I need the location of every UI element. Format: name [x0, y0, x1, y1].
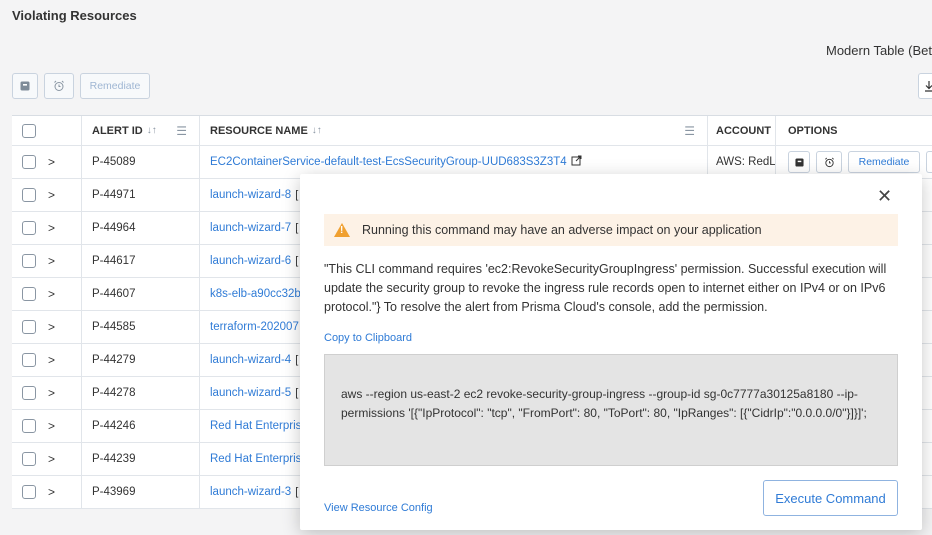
download-button[interactable]	[918, 73, 932, 99]
resource-name-header[interactable]: RESOURCE NAME ↓↑ ☰	[200, 116, 708, 145]
view-resource-config-link[interactable]: View Resource Config	[324, 502, 433, 514]
row-checkbox[interactable]	[22, 320, 36, 334]
row-checkbox[interactable]	[22, 419, 36, 433]
account-header[interactable]: ACCOUNT	[708, 116, 776, 145]
row-checkbox[interactable]	[22, 485, 36, 499]
select-all-checkbox[interactable]	[22, 123, 36, 138]
resource-name-link[interactable]: k8s-elb-a90cc32b	[210, 288, 301, 300]
expand-chevron-icon[interactable]: >	[48, 155, 55, 169]
expand-chevron-icon[interactable]: >	[48, 452, 55, 466]
row-snooze-button[interactable]	[816, 151, 842, 173]
sort-icon[interactable]: ↓↑	[312, 125, 322, 136]
page-title: Violating Resources	[12, 8, 137, 23]
table-header-row: ALERT ID ↓↑ ☰ RESOURCE NAME ↓↑ ☰ ACCOUNT O…	[12, 116, 932, 146]
alert-id: P-44279	[92, 354, 136, 366]
row-remediate-button[interactable]: Remediate	[848, 151, 920, 173]
alert-id-header[interactable]: ALERT ID ↓↑ ☰	[82, 116, 200, 145]
resource-name-link[interactable]: launch-wizard-8	[210, 189, 291, 201]
violating-resources-table: ALERT ID ↓↑ ☰ RESOURCE NAME ↓↑ ☰ ACCOUNT O…	[12, 115, 932, 509]
warning-banner: Running this command may have an adverse…	[324, 214, 898, 246]
external-link-icon[interactable]	[571, 155, 582, 169]
alert-id: P-44964	[92, 222, 136, 234]
expand-chevron-icon[interactable]: >	[48, 287, 55, 301]
resource-name-link[interactable]: terraform-202007	[210, 321, 299, 333]
row-checkbox[interactable]	[22, 353, 36, 367]
expand-chevron-icon[interactable]: >	[48, 386, 55, 400]
row-checkbox[interactable]	[22, 386, 36, 400]
archive-button[interactable]	[12, 73, 38, 99]
resource-name-link[interactable]: EC2ContainerService-default-test-EcsSecu…	[210, 156, 567, 168]
row-checkbox[interactable]	[22, 452, 36, 466]
cli-command-text: aws --region us-east-2 ec2 revoke-securi…	[341, 387, 867, 420]
resource-name-link[interactable]: Red Hat Enterpris	[210, 453, 301, 465]
external-link-icon[interactable]: [	[295, 387, 298, 399]
row-checkbox[interactable]	[22, 155, 36, 169]
resource-name-link[interactable]: launch-wizard-3	[210, 486, 291, 498]
column-menu-icon[interactable]: ☰	[684, 124, 695, 138]
alert-id: P-45089	[92, 156, 136, 168]
expand-chevron-icon[interactable]: >	[48, 188, 55, 202]
sort-icon[interactable]: ↓↑	[147, 125, 157, 136]
archive-icon	[794, 157, 804, 167]
external-link-icon[interactable]: [	[295, 189, 298, 201]
permission-description: "This CLI command requires 'ec2:RevokeSe…	[324, 262, 887, 314]
alert-id: P-44585	[92, 321, 136, 333]
resource-name-link[interactable]: launch-wizard-4	[210, 354, 291, 366]
row-checkbox[interactable]	[22, 221, 36, 235]
alert-id: P-44617	[92, 255, 136, 267]
row-checkbox[interactable]	[22, 188, 36, 202]
external-link-icon[interactable]: [	[295, 222, 298, 234]
external-link-icon[interactable]: [	[295, 255, 298, 267]
resource-name-link[interactable]: launch-wizard-6	[210, 255, 291, 267]
column-menu-icon[interactable]: ☰	[176, 124, 187, 138]
row-checkbox[interactable]	[22, 254, 36, 268]
resource-name-link[interactable]: launch-wizard-5	[210, 387, 291, 399]
expand-chevron-icon[interactable]: >	[48, 419, 55, 433]
execute-command-button[interactable]: Execute Command	[763, 480, 898, 516]
copy-to-clipboard-link[interactable]: Copy to Clipboard	[324, 332, 412, 344]
alert-id: P-44246	[92, 420, 136, 432]
warning-text: Running this command may have an adverse…	[362, 223, 762, 237]
expand-chevron-icon[interactable]: >	[48, 485, 55, 499]
row-archive-button[interactable]	[788, 151, 810, 173]
alert-id: P-44607	[92, 288, 136, 300]
row-checkbox[interactable]	[22, 287, 36, 301]
remediation-modal: ✕ Running this command may have an adver…	[300, 174, 922, 530]
alert-id: P-43969	[92, 486, 136, 498]
alarm-clock-icon	[824, 157, 834, 167]
remediate-button[interactable]: Remediate	[80, 73, 150, 99]
close-icon[interactable]: ✕	[877, 186, 892, 207]
expand-chevron-icon[interactable]: >	[48, 320, 55, 334]
external-link-icon[interactable]: [	[295, 486, 298, 498]
resource-name-link[interactable]: Red Hat Enterpris	[210, 420, 301, 432]
expand-chevron-icon[interactable]: >	[48, 353, 55, 367]
expand-chevron-icon[interactable]: >	[48, 221, 55, 235]
alert-id: P-44278	[92, 387, 136, 399]
external-link-icon[interactable]: [	[295, 354, 298, 366]
options-header: OPTIONS	[788, 124, 838, 137]
account-name: AWS: RedLo	[716, 156, 776, 168]
cli-command-box: aws --region us-east-2 ec2 revoke-securi…	[324, 354, 898, 466]
alert-id: P-44239	[92, 453, 136, 465]
alert-id: P-44971	[92, 189, 136, 201]
row-more-button[interactable]	[926, 151, 932, 173]
alarm-clock-icon	[54, 80, 64, 91]
snooze-button[interactable]	[44, 73, 74, 99]
modern-table-toggle-label[interactable]: Modern Table (Beta	[826, 43, 932, 58]
resource-name-link[interactable]: launch-wizard-7	[210, 222, 291, 234]
archive-icon	[20, 81, 30, 91]
download-icon	[924, 81, 932, 92]
warning-icon	[334, 223, 350, 237]
expand-chevron-icon[interactable]: >	[48, 254, 55, 268]
